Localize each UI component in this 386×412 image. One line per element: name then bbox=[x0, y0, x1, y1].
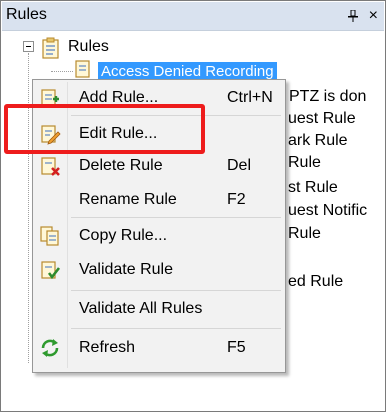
menu-item-label: Validate Rule bbox=[79, 261, 173, 278]
menu-separator bbox=[71, 290, 281, 291]
tree-connector-line bbox=[51, 71, 73, 73]
menu-item-label: Refresh bbox=[79, 339, 136, 356]
menu-item-validate-rule[interactable]: Validate Rule bbox=[35, 254, 283, 286]
tree-item[interactable]: ark Rule bbox=[288, 132, 348, 150]
close-icon[interactable]: × bbox=[369, 8, 378, 24]
menu-separator bbox=[71, 328, 281, 329]
tree-item[interactable]: Rule bbox=[288, 154, 321, 172]
tree-item[interactable]: ed Rule bbox=[288, 273, 343, 291]
highlight-annotation-box bbox=[4, 104, 205, 154]
menu-item-label: Delete Rule bbox=[79, 157, 163, 174]
menu-item-shortcut: Del bbox=[227, 157, 252, 174]
menu-item-copy-rule[interactable]: Copy Rule... bbox=[35, 220, 283, 252]
tree-connector-line bbox=[28, 53, 30, 363]
pane-title: Rules bbox=[6, 6, 47, 23]
menu-item-delete-rule[interactable]: Delete Rule Del bbox=[35, 150, 283, 182]
menu-item-shortcut: F2 bbox=[227, 191, 246, 208]
tree-item[interactable]: uest Notific bbox=[288, 202, 367, 220]
rules-pane: Rules × Rules Access Denied Recording PT… bbox=[0, 0, 386, 412]
menu-item-refresh[interactable]: Refresh F5 bbox=[35, 332, 283, 364]
validate-rule-icon bbox=[41, 261, 61, 280]
tree-item[interactable]: st Rule bbox=[288, 179, 338, 197]
copy-rule-icon bbox=[40, 226, 59, 246]
menu-separator bbox=[71, 217, 281, 218]
delete-rule-icon bbox=[41, 157, 60, 176]
pane-header: Rules × bbox=[2, 2, 384, 31]
rules-folder-icon bbox=[42, 37, 59, 59]
menu-item-label: Rename Rule bbox=[79, 191, 177, 208]
pin-icon[interactable] bbox=[348, 10, 358, 22]
menu-item-shortcut: F5 bbox=[227, 339, 246, 356]
refresh-icon bbox=[41, 339, 59, 357]
tree-item[interactable]: Rule bbox=[288, 225, 321, 243]
tree-item[interactable]: uest Rule bbox=[288, 110, 356, 128]
tree-root-label[interactable]: Rules bbox=[68, 38, 109, 56]
menu-item-rename-rule[interactable]: Rename Rule F2 bbox=[35, 184, 283, 216]
menu-item-label: Copy Rule... bbox=[79, 227, 168, 244]
menu-item-validate-all-rules[interactable]: Validate All Rules bbox=[35, 293, 283, 325]
menu-item-shortcut: Ctrl+N bbox=[227, 89, 273, 106]
tree-item[interactable]: PTZ is don bbox=[289, 88, 366, 106]
rule-icon bbox=[75, 60, 90, 78]
tree-collapse-toggle[interactable] bbox=[23, 41, 34, 52]
menu-item-label: Validate All Rules bbox=[79, 300, 203, 317]
